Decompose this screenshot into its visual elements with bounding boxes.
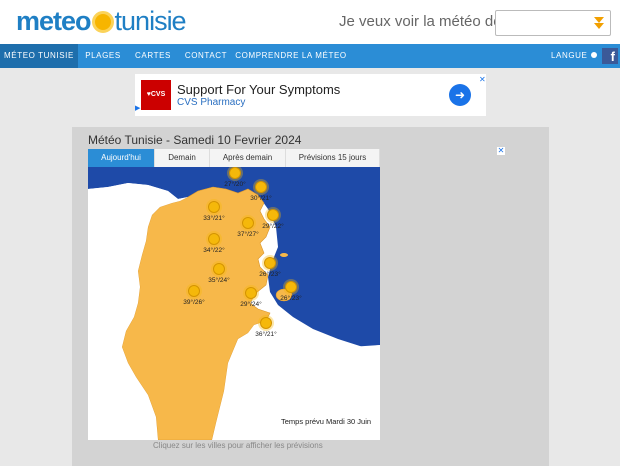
city-marker[interactable]: 30°/21° [241,181,281,202]
city-marker[interactable]: 37°/27° [228,217,268,238]
site-header: meteo tunisie Je veux voir la météo de [0,0,620,44]
city-marker[interactable]: 39°/26° [174,285,214,306]
sun-icon [208,233,220,245]
nav-item-contact[interactable]: CONTACT [178,44,234,68]
nav-item-cartes[interactable]: CARTES [128,44,178,68]
cvs-logo: ♥CVS [141,80,171,110]
site-logo[interactable]: meteo tunisie [16,6,187,36]
tab-after-tomorrow[interactable]: Après demain [210,149,286,167]
city-marker[interactable]: 35°/24° [199,263,239,284]
city-marker[interactable]: 36°/21° [246,317,286,338]
sun-icon [264,257,276,269]
tab-today[interactable]: Aujourd'hui [88,149,155,167]
nav-item-comprendre[interactable]: COMPRENDRE LA MÉTEO [234,44,348,68]
sun-icon [255,181,267,193]
city-search-label: Je veux voir la météo de [339,13,502,30]
language-menu[interactable]: LANGUE [551,44,597,68]
close-icon[interactable]: ✕ [479,75,486,84]
nav-item-meteo-tunisie[interactable]: MÉTEO TUNISIE [0,44,78,68]
nav-item-plages[interactable]: PLAGES [78,44,128,68]
dropdown-arrow-icon [594,23,604,29]
sun-icon [285,281,297,293]
close-icon[interactable]: ✕ [497,147,505,155]
tab-tomorrow[interactable]: Demain [155,149,210,167]
map-caption: Temps prévu Mardi 30 Juin [281,417,372,426]
sun-logo-icon [91,11,114,33]
city-select[interactable] [495,10,611,36]
weather-panel: Météo Tunisie - Samedi 10 Fevrier 2024 ✕… [72,127,549,466]
tab-15-days[interactable]: Prévisions 15 jours [286,149,380,167]
city-marker[interactable]: 34°/22° [194,233,234,254]
ad-banner[interactable]: ♥CVS Support For Your Symptoms CVS Pharm… [135,74,486,116]
sun-icon [245,287,257,299]
sun-icon [267,209,279,221]
sun-icon [188,285,200,297]
sun-icon [213,263,225,275]
sun-icon [208,201,220,213]
panel-title: Météo Tunisie - Samedi 10 Fevrier 2024 [88,133,302,147]
directions-icon[interactable]: ➜ [449,84,471,106]
ad-info-icon[interactable]: ▶ [135,104,140,112]
main-nav: MÉTEO TUNISIE PLAGES CARTES CONTACT COMP… [0,44,620,68]
sun-icon [242,217,254,229]
forecast-tabs: Aujourd'hui Demain Après demain Prévisio… [88,149,380,167]
sun-icon [260,317,272,329]
facebook-icon[interactable]: f [602,48,618,64]
tunisia-weather-map: 27°/20° 30°/21° 33°/21° 29°/22° 37°/27° … [88,167,380,440]
sun-icon [229,167,241,179]
ad-title: Support For Your Symptoms [177,82,341,97]
chevron-icon [590,52,597,58]
city-marker[interactable]: 26°/23° [271,281,311,302]
footer-note: Cliquez sur les villes pour afficher les… [153,441,323,450]
city-marker[interactable]: 29°/24° [231,287,271,308]
city-marker[interactable]: 26°/23° [250,257,290,278]
ad-subtitle: CVS Pharmacy [177,97,246,108]
